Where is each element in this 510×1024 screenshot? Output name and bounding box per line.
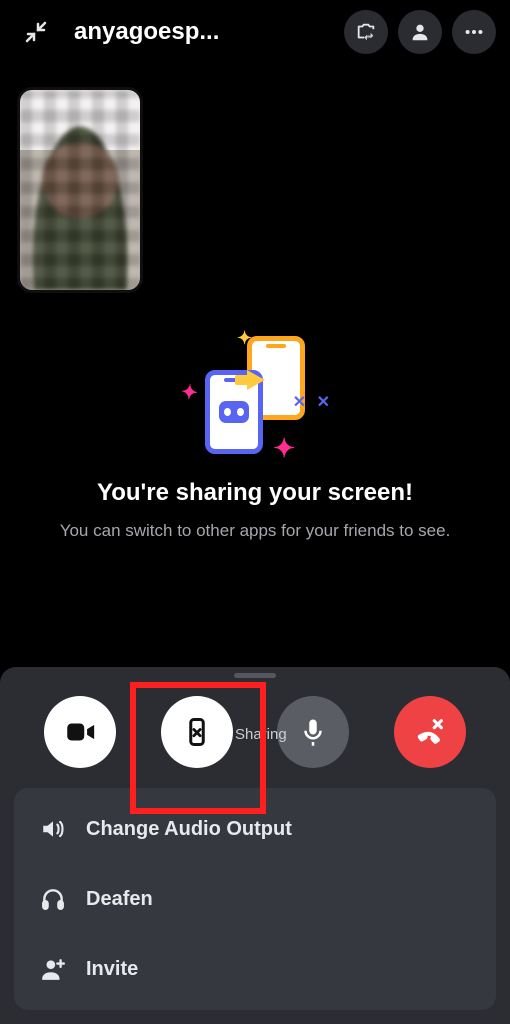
camera-button[interactable] [44,696,116,768]
call-controls: Sharing [0,688,510,788]
self-video-thumbnail[interactable] [20,90,140,290]
menu-item-label: Deafen [86,888,153,911]
screenshare-subtext: You can switch to other apps for your fr… [40,520,470,543]
swap-camera-icon [355,21,377,43]
menu-item-deafen[interactable]: Deafen [14,864,496,934]
stop-screenshare-button[interactable] [161,696,233,768]
members-button[interactable] [398,10,442,54]
person-icon [409,21,431,43]
menu-item-label: Invite [86,958,138,981]
more-button[interactable] [452,10,496,54]
collapse-icon [24,20,48,44]
microphone-icon [298,717,328,747]
self-video-preview [20,90,140,290]
menu-item-label: Change Audio Output [86,818,292,841]
video-camera-icon [63,715,97,749]
headphones-icon [38,886,68,912]
hangup-icon [413,715,447,749]
more-horizontal-icon [463,21,485,43]
screenshare-illustration: ✦ ✦ ✦ ✕ ✕ [175,330,335,460]
screenshare-status: ✦ ✦ ✦ ✕ ✕ You're sharing your screen! Yo… [0,330,510,543]
drag-handle[interactable] [234,673,276,678]
call-header: anyagoesp... [0,0,510,64]
hangup-button[interactable] [394,696,466,768]
screenshare-heading: You're sharing your screen! [40,478,470,508]
speaker-icon [38,816,68,842]
call-title: anyagoesp... [68,18,334,46]
call-options-menu: Change Audio Output Deafen Invite [14,788,496,1010]
call-bottom-panel: Sharing [0,667,510,1024]
menu-item-invite[interactable]: Invite [14,934,496,1004]
menu-item-audio-output[interactable]: Change Audio Output [14,794,496,864]
stop-sharing-hint: Sharing [235,726,287,743]
swap-camera-button[interactable] [344,10,388,54]
phone-x-icon [182,717,212,747]
person-add-icon [38,956,68,982]
minimize-button[interactable] [14,10,58,54]
mute-button[interactable] [277,696,349,768]
